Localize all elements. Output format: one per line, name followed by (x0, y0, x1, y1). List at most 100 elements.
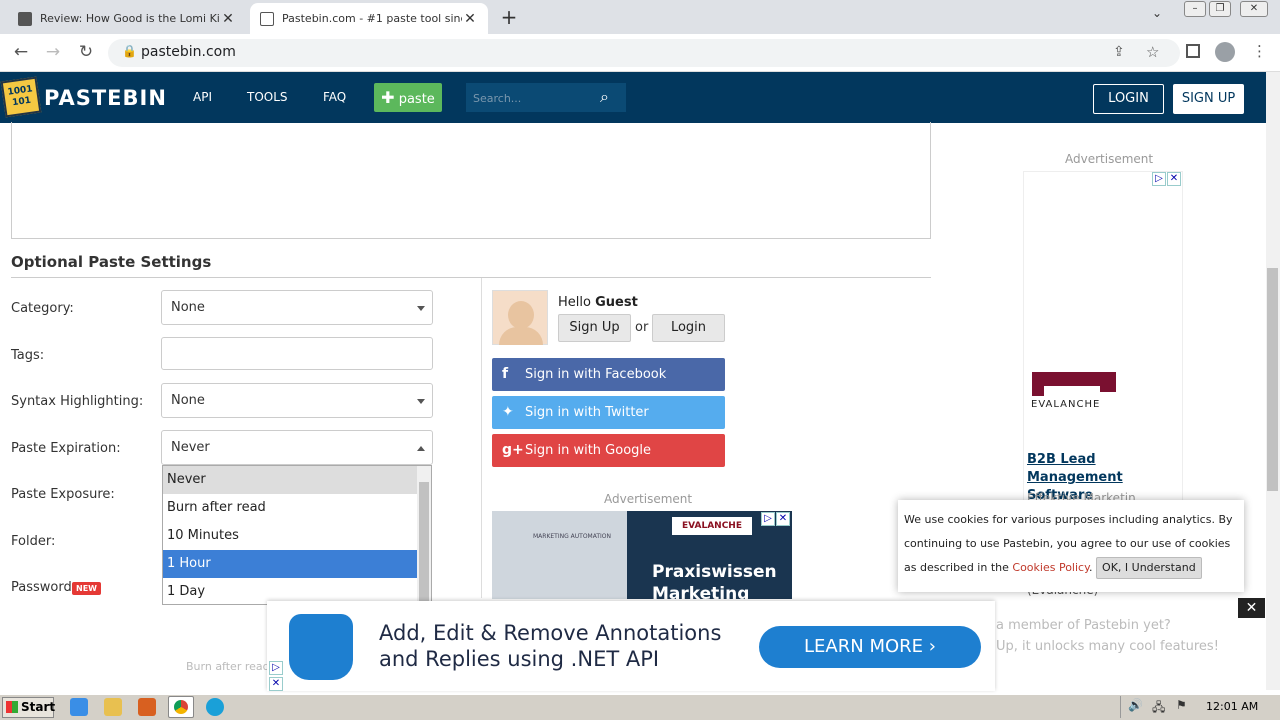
search-icon[interactable]: ⌕ (600, 87, 609, 107)
close-ad-icon[interactable]: ✕ (269, 677, 283, 691)
learn-more-label: LEARN MORE (804, 636, 924, 657)
ie-icon[interactable] (70, 698, 88, 716)
minimize-icon[interactable]: – (1184, 1, 1206, 17)
pastebin-logo[interactable]: 1001 101 (0, 76, 42, 118)
lock-icon[interactable]: 🔒 (122, 44, 137, 58)
ad-logo: EVALANCHE (672, 517, 752, 535)
option-never[interactable]: Never (163, 466, 417, 494)
side-panel-icon[interactable] (1186, 44, 1200, 58)
adchoices-icon[interactable]: ▷ (1152, 172, 1166, 186)
close-banner-icon[interactable]: ✕ (1238, 598, 1265, 618)
new-tab-icon[interactable]: + (498, 5, 520, 29)
signup-panel-button[interactable]: Sign Up (558, 314, 631, 342)
folder-label: Folder: (11, 534, 56, 549)
adchoices-icon[interactable]: ▷ (269, 661, 283, 675)
new-paste-button[interactable]: ✚ paste (374, 83, 442, 112)
close-ad-icon[interactable]: ✕ (776, 512, 790, 526)
bookmark-star-icon[interactable]: ☆ (1146, 43, 1159, 61)
hello-text: Hello Guest (558, 295, 638, 310)
tab-pastebin[interactable]: Pastebin.com - #1 paste tool since 2 ✕ (250, 3, 488, 34)
share-icon[interactable]: ⇪ (1113, 44, 1125, 60)
close-ad-icon[interactable]: ✕ (1167, 172, 1181, 186)
nav-api[interactable]: API (193, 90, 212, 104)
new-badge: NEW (72, 582, 101, 595)
guest-label: Guest (595, 295, 638, 310)
login-button[interactable]: LOGIN (1093, 84, 1164, 114)
signup-button[interactable]: SIGN UP (1173, 84, 1244, 114)
nav-faq[interactable]: FAQ (323, 90, 346, 104)
network-icon[interactable]: 🖧 (1152, 698, 1165, 719)
facebook-label: Sign in with Facebook (525, 367, 667, 382)
reload-icon[interactable]: ↻ (75, 42, 97, 62)
password-label: Password (11, 580, 72, 595)
url-text[interactable]: pastebin.com (141, 44, 236, 60)
menu-icon[interactable]: ⋮ (1252, 42, 1267, 60)
media-player-icon[interactable] (138, 698, 156, 716)
close-tab-icon[interactable]: ✕ (220, 11, 236, 27)
tab-title: Review: How Good is the Lomi Kitche (40, 12, 220, 25)
restore-icon[interactable]: ❐ (1209, 1, 1231, 17)
chevron-down-icon (417, 399, 425, 404)
chrome-icon[interactable] (168, 696, 194, 718)
learn-more-button[interactable]: LEARN MORE › (759, 626, 981, 668)
cookie-ok-button[interactable]: OK, I Understand (1096, 557, 1202, 579)
folder-icon[interactable] (104, 698, 122, 716)
option-10min[interactable]: 10 Minutes (163, 522, 417, 550)
twitter-signin-button[interactable]: ✦ Sign in with Twitter (492, 396, 725, 429)
category-value: None (171, 300, 205, 315)
close-tab-icon[interactable]: ✕ (462, 11, 478, 27)
chevron-up-icon (417, 446, 425, 451)
google-plus-icon: g+ (502, 442, 524, 458)
option-1hour[interactable]: 1 Hour (163, 550, 417, 578)
address-bar[interactable] (108, 39, 1180, 67)
twitter-label: Sign in with Twitter (525, 405, 649, 420)
facebook-icon: f (502, 366, 509, 382)
syntax-select[interactable]: None (161, 383, 433, 418)
users-icon (289, 614, 353, 680)
google-label: Sign in with Google (525, 443, 652, 458)
hello-label: Hello (558, 295, 591, 310)
ad-logo-text: EVALANCHE (1031, 399, 1101, 410)
site-header (0, 72, 1266, 123)
brand-name[interactable]: PASTEBIN (44, 86, 167, 110)
back-icon[interactable]: ← (10, 42, 32, 62)
close-window-icon[interactable]: ✕ (1240, 1, 1268, 17)
or-label: or (635, 320, 649, 335)
dropdown-scrollbar[interactable] (417, 466, 431, 604)
flag-icon[interactable]: ⚑ (1176, 698, 1187, 712)
paste-textarea[interactable] (11, 122, 931, 239)
profile-icon[interactable] (1215, 42, 1235, 62)
tab-search-chevron-icon[interactable]: ⌄ (1152, 6, 1162, 20)
cookie-notice: We use cookies for various purposes incl… (898, 500, 1244, 592)
google-signin-button[interactable]: g+ Sign in with Google (492, 434, 725, 467)
divider (481, 278, 482, 598)
chevron-right-icon: › (928, 636, 936, 657)
burn-after-read-label: Burn after read (186, 660, 270, 673)
category-label: Category: (11, 301, 74, 316)
cookies-policy-link[interactable]: Cookies Policy (1012, 561, 1089, 574)
expiration-select[interactable]: Never (161, 430, 433, 465)
volume-icon[interactable]: 🔊 (1128, 698, 1143, 712)
syntax-label: Syntax Highlighting: (11, 394, 144, 409)
login-panel-button[interactable]: Login (652, 314, 725, 342)
nav-tools[interactable]: TOOLS (247, 90, 288, 104)
category-select[interactable]: None (161, 290, 433, 325)
tags-input[interactable] (161, 337, 433, 370)
plus-icon: ✚ (381, 88, 395, 107)
facebook-signin-button[interactable]: f Sign in with Facebook (492, 358, 725, 391)
tab-review[interactable]: Review: How Good is the Lomi Kitche ✕ (8, 3, 246, 34)
banner-line: and Replies using .NET API (379, 647, 660, 671)
adchoices-icon[interactable]: ▷ (761, 512, 775, 526)
banner-line: Add, Edit & Remove Annotations (379, 621, 722, 645)
ad-title: MARKETING AUTOMATION (533, 533, 611, 540)
scroll-thumb[interactable] (419, 482, 429, 604)
ad-label: Advertisement (1065, 152, 1154, 166)
option-burn[interactable]: Burn after read (163, 494, 417, 522)
forward-icon[interactable]: → (42, 42, 64, 62)
syntax-value: None (171, 393, 205, 408)
faded-line: a member of Pastebin yet? (996, 618, 1171, 633)
edge-icon[interactable] (206, 698, 224, 716)
page-scroll-thumb[interactable] (1267, 268, 1278, 491)
expiration-dropdown[interactable]: Never Burn after read 10 Minutes 1 Hour … (162, 465, 432, 605)
expiration-value: Never (171, 440, 210, 455)
